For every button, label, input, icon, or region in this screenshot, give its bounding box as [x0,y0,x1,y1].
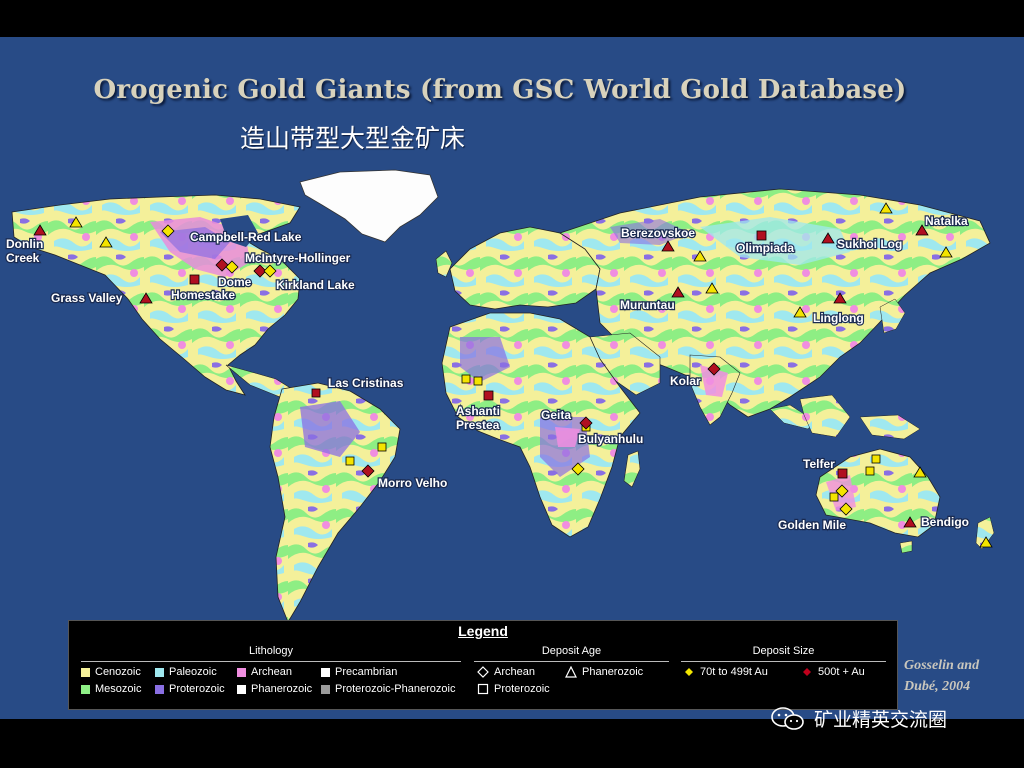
label-lascristinas: Las Cristinas [328,376,404,390]
legend-phanerozoic: Phanerozoic [237,683,312,695]
label-bulyanhulu: Bulyanhulu [578,432,643,446]
label-dome: Dome [218,275,252,289]
yellow-diamond-icon [685,668,693,676]
legend-size-small: 70t to 499t Au [683,666,768,678]
slide: Donlin Creek Campbell-Red Lake McIntyre-H… [0,37,1024,719]
greenland [299,169,439,243]
label-goldenmile: Golden Mile [778,518,846,532]
legend-cenozoic: Cenozoic [81,666,141,678]
legend-paleozoic: Paleozoic [155,666,217,678]
label-linglong: Linglong [813,311,864,325]
legend-archean: Archean [237,666,292,678]
new-guinea [859,414,921,440]
legend-proterozoic: Proterozoic [155,683,225,695]
madagascar [623,450,641,488]
label-bendigo: Bendigo [921,515,969,529]
label-morrovelho: Morro Velho [378,476,447,490]
uk [435,250,453,278]
size-divider [681,661,886,662]
credit: Gosselin and Dubé, 2004 [904,655,979,697]
credit-line-1: Gosselin and [904,658,980,673]
label-campbell: Campbell-Red Lake [190,230,302,244]
age-divider [474,661,669,662]
label-olimpiada: Olimpiada [736,241,794,255]
credit-line-2: Dubé, 2004 [904,679,971,694]
label-homestake: Homestake [171,288,235,302]
swatch-mesozoic [81,684,90,694]
lithology-divider [81,661,461,662]
swatch-prot-phan [321,684,330,694]
label-kolar: Kolar [670,374,701,388]
lithology-heading: Lithology [248,645,294,657]
label-donlin: Donlin Creek [6,237,43,265]
tasmania [899,540,913,554]
legend-panel: Legend Lithology Deposit Age Deposit Siz… [68,620,898,710]
legend-title: Legend [458,623,508,639]
borneo [799,394,851,438]
slide-title: Orogenic Gold Giants (from GSC World Gol… [93,75,907,105]
legend-prot-phan: Proterozoic-Phanerozoic [321,683,455,695]
diamond-outline-icon [477,666,489,678]
label-telfer: Telfer [803,457,835,471]
label-muruntau: Muruntau [620,298,675,312]
swatch-archean [237,667,246,677]
legend-age-phanerozoic: Phanerozoic [565,666,643,678]
swatch-cenozoic [81,667,90,677]
watermark-text: 矿业精英交流圈 [814,709,948,731]
label-sukhoilog: Sukhoi Log [837,237,902,251]
watermark: 矿业精英交流圈 [770,705,947,732]
label-kirkland: Kirkland Lake [276,278,355,292]
label-geita: Geita [541,408,571,422]
square-outline-icon [477,683,489,695]
label-berezovskoe: Berezovskoe [621,226,695,240]
red-diamond-icon [803,668,811,676]
swatch-paleozoic [155,667,164,677]
legend-mesozoic: Mesozoic [81,683,141,695]
swatch-phanerozoic [237,684,246,694]
label-grassvalley: Grass Valley [51,291,123,305]
legend-precambrian: Precambrian [321,666,397,678]
legend-size-large: 500t + Au [801,666,865,678]
label-mcintyre: McIntyre-Hollinger [245,251,351,265]
swatch-precambrian [321,667,330,677]
triangle-outline-icon [565,666,577,678]
legend-age-archean: Archean [477,666,535,678]
wechat-icon [771,706,804,730]
world-map: Donlin Creek Campbell-Red Lake McIntyre-H… [5,169,995,623]
legend-age-proterozoic: Proterozoic [477,683,550,695]
swatch-proterozoic [155,684,164,694]
size-heading: Deposit Size [752,645,815,657]
label-ashanti: Ashanti Prestea [456,404,500,432]
slide-subtitle: 造山带型大型金矿床 [240,124,466,153]
screen: Donlin Creek Campbell-Red Lake McIntyre-H… [0,0,1024,768]
label-natalka: Natalka [925,214,968,228]
age-heading: Deposit Age [541,645,602,657]
